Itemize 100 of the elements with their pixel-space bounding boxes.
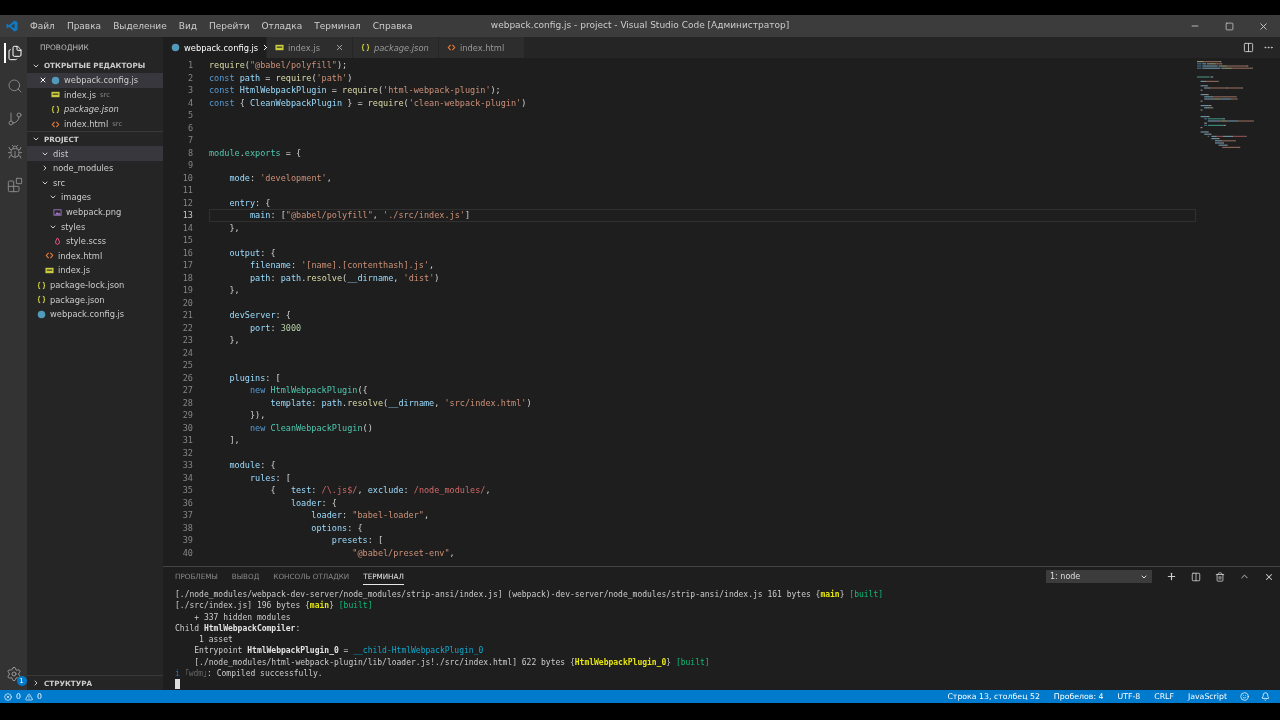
chevron-right-icon bbox=[41, 164, 49, 173]
file-item[interactable]: index.js bbox=[27, 263, 163, 278]
maximize-icon[interactable] bbox=[1224, 21, 1234, 31]
activity-button[interactable] bbox=[3, 43, 24, 63]
close-icon[interactable] bbox=[335, 43, 344, 52]
file-item[interactable]: package.json bbox=[27, 292, 163, 307]
code-line: template: path.resolve(__dirname, 'src/index.html') bbox=[269, 396, 532, 409]
code-line: ], bbox=[228, 434, 240, 447]
line-number: 19 bbox=[181, 284, 194, 297]
app-logo bbox=[6, 20, 18, 32]
editor-tab[interactable]: webpack.config.js bbox=[163, 37, 267, 58]
folder-item[interactable]: styles bbox=[27, 219, 163, 234]
code-line: { test: /\.js$/, exclude: /node_modules/, bbox=[269, 484, 491, 497]
menu-item[interactable]: Справка bbox=[366, 21, 419, 31]
split-terminal-icon[interactable] bbox=[1191, 571, 1201, 582]
line-number: 32 bbox=[181, 446, 194, 459]
line-number: 21 bbox=[181, 309, 194, 322]
line-number: 22 bbox=[181, 321, 194, 334]
close-icon[interactable] bbox=[39, 76, 47, 85]
code-line: const path = require('path') bbox=[209, 71, 353, 84]
line-number: 18 bbox=[181, 271, 194, 284]
menu-item[interactable]: Вид bbox=[172, 21, 203, 31]
line-number: 10 bbox=[181, 171, 194, 184]
trash-icon[interactable] bbox=[1215, 571, 1225, 582]
braces-icon bbox=[37, 295, 46, 305]
code-line: output: { bbox=[228, 246, 276, 259]
open-editor-item[interactable]: webpack.config.js bbox=[27, 73, 163, 88]
code-line: path: path.resolve(__dirname, 'dist') bbox=[248, 271, 440, 284]
file-name: style.scss bbox=[66, 236, 107, 247]
code-line: loader: { bbox=[289, 496, 337, 509]
line-number: 5 bbox=[186, 109, 194, 122]
menu-item[interactable]: Терминал bbox=[308, 21, 367, 31]
menu-item[interactable]: Перейти bbox=[203, 21, 256, 31]
braces-icon bbox=[51, 105, 60, 114]
open-editor-item[interactable]: package.json bbox=[27, 102, 163, 117]
file-name: index.html bbox=[58, 250, 103, 261]
code-line: require("@babel/polyfill"); bbox=[209, 59, 348, 72]
line-number: 26 bbox=[181, 371, 194, 384]
split-editor-icon[interactable] bbox=[1243, 42, 1254, 53]
file-name: package.json bbox=[50, 294, 105, 305]
code-line: }), bbox=[248, 409, 266, 422]
file-name: index.html bbox=[64, 119, 109, 130]
code-line: "@babel/preset-env", bbox=[351, 546, 455, 559]
terminal-line: [./src/index.js] 196 bytes {main} [built] bbox=[175, 600, 374, 612]
folder-item[interactable]: images bbox=[27, 190, 163, 205]
line-number: 9 bbox=[186, 159, 194, 172]
line-number: 34 bbox=[181, 471, 194, 484]
file-item[interactable]: style.scss bbox=[27, 233, 163, 249]
terminal-select[interactable]: 1: node bbox=[1046, 570, 1152, 583]
line-number: 40 bbox=[181, 546, 194, 559]
settings-icon[interactable] bbox=[5, 666, 22, 682]
line-number: 16 bbox=[181, 246, 194, 259]
menu-item[interactable]: Отладка bbox=[255, 21, 309, 31]
file-item[interactable]: index.html bbox=[27, 248, 163, 264]
plus-icon[interactable] bbox=[1166, 571, 1177, 582]
code-line: entry: { bbox=[228, 196, 271, 209]
terminal-line: 1 asset bbox=[198, 634, 234, 646]
line-number: 14 bbox=[181, 221, 194, 234]
code-line: options: { bbox=[310, 521, 363, 534]
menu-item[interactable]: Выделение bbox=[107, 21, 173, 31]
code-line: filename: '[name].[contenthash].js', bbox=[248, 259, 435, 272]
code-line: module: { bbox=[228, 459, 276, 472]
terminal-line: Child HtmlWebpackCompiler: bbox=[175, 622, 302, 635]
line-number: 20 bbox=[181, 296, 194, 309]
editor-tab[interactable]: package.json bbox=[353, 37, 439, 58]
editor-tab[interactable]: index.js bbox=[267, 37, 353, 58]
folder-item[interactable]: dist bbox=[27, 146, 163, 161]
file-item[interactable]: webpack.config.js bbox=[27, 306, 163, 322]
code-icon bbox=[45, 251, 54, 261]
close-icon[interactable] bbox=[1257, 20, 1269, 32]
terminal-line: Entrypoint HtmlWebpackPlugin_0 = __child-HtmlWebpackPlugin_0 bbox=[193, 645, 485, 657]
line-number: 12 bbox=[181, 196, 194, 209]
search-icon bbox=[6, 78, 23, 94]
code-line: new HtmlWebpackPlugin({ bbox=[248, 384, 368, 397]
file-item[interactable]: package-lock.json bbox=[27, 277, 163, 293]
file-name: dist bbox=[53, 148, 69, 159]
code-line: new CleanWebpackPlugin() bbox=[248, 421, 373, 434]
line-number: 33 bbox=[181, 459, 194, 472]
line-number: 4 bbox=[186, 96, 194, 109]
menu-item[interactable]: Файл bbox=[24, 21, 61, 31]
branch-icon bbox=[6, 111, 23, 127]
close-icon[interactable] bbox=[1264, 571, 1274, 582]
menu-item[interactable]: Правка bbox=[60, 21, 108, 31]
line-number: 24 bbox=[181, 346, 194, 359]
folder-item[interactable]: src bbox=[27, 175, 163, 191]
line-number: 23 bbox=[181, 334, 194, 347]
editor-tab[interactable]: index.html bbox=[439, 37, 525, 58]
file-name: index.js bbox=[64, 89, 96, 100]
code-line: const HtmlWebpackPlugin = require('html-webpack-plugin'); bbox=[209, 84, 501, 97]
line-number: 36 bbox=[181, 496, 194, 509]
braces-icon bbox=[37, 280, 46, 290]
folder-item[interactable]: node_modules bbox=[27, 160, 163, 176]
file-item[interactable]: webpack.png bbox=[27, 204, 163, 220]
file-name: package-lock.json bbox=[50, 280, 125, 290]
code-line: devServer: { bbox=[228, 309, 291, 322]
bug-icon bbox=[6, 144, 23, 160]
line-number: 25 bbox=[181, 359, 194, 372]
line-number: 13 bbox=[181, 209, 194, 222]
file-name: index.js bbox=[58, 265, 90, 276]
line-number: 6 bbox=[186, 121, 194, 134]
